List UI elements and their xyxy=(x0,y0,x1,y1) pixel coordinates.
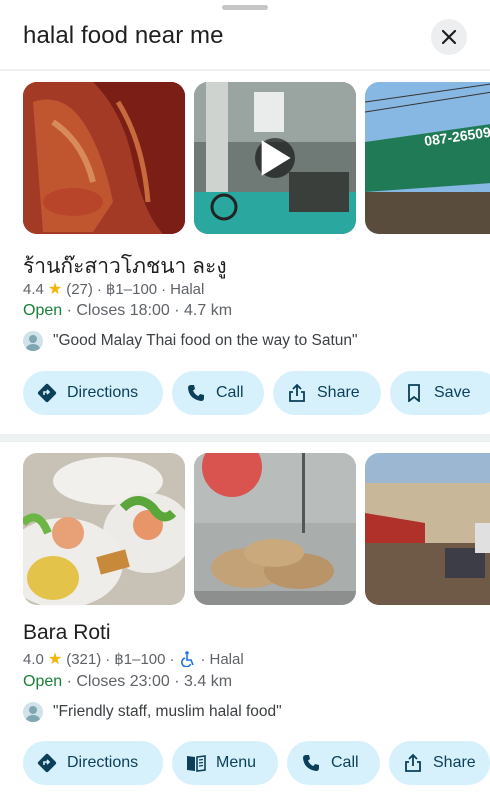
review-count[interactable]: (321) xyxy=(66,651,101,668)
rating-value: 4.4 xyxy=(23,280,44,298)
rating-row: 4.0 ★ (321) · ฿1–100 · · Halal xyxy=(23,649,244,669)
wheelchair-icon xyxy=(180,651,195,667)
review-snippet[interactable]: "Good Malay Thai food on the way to Satu… xyxy=(23,331,358,351)
cuisine-tag: Halal xyxy=(170,280,205,298)
food-photo[interactable] xyxy=(23,453,185,605)
reviewer-avatar xyxy=(23,331,43,351)
directions-icon xyxy=(37,753,57,773)
rating-row: 4.4 ★ (27) · ฿1–100 · Halal xyxy=(23,279,204,299)
open-status: Open xyxy=(23,673,63,690)
hours-row: Open · Closes 23:00 · 3.4 km xyxy=(23,673,232,691)
menu-book-icon xyxy=(186,753,206,773)
food-photo[interactable] xyxy=(23,82,185,234)
share-icon xyxy=(403,753,423,773)
star-icon: ★ xyxy=(47,281,63,298)
review-snippet[interactable]: "Friendly staff, muslim halal food" xyxy=(23,702,282,722)
food-photo[interactable] xyxy=(194,453,356,605)
review-text: "Friendly staff, muslim halal food" xyxy=(53,703,282,720)
star-icon: ★ xyxy=(47,651,63,668)
directions-label: Directions xyxy=(67,754,139,771)
share-button[interactable]: Share xyxy=(273,371,381,415)
share-label: Share xyxy=(433,754,476,771)
play-icon xyxy=(261,140,291,176)
close-icon xyxy=(441,29,457,45)
reviewer-avatar xyxy=(23,702,43,722)
phone-icon xyxy=(301,753,321,773)
phone-icon xyxy=(186,383,206,403)
rating-value: 4.0 xyxy=(23,650,44,668)
play-button[interactable] xyxy=(255,138,295,178)
result-divider xyxy=(0,434,490,442)
review-count[interactable]: (27) xyxy=(66,281,93,298)
share-label: Share xyxy=(317,384,360,401)
price-range: ฿1–100 xyxy=(114,651,166,668)
call-button[interactable]: Call xyxy=(287,741,380,785)
directions-label: Directions xyxy=(67,384,139,401)
distance: 3.4 km xyxy=(184,673,233,690)
menu-label: Menu xyxy=(216,754,257,771)
share-button[interactable]: Share xyxy=(389,741,490,785)
save-label: Save xyxy=(434,384,471,401)
separator: · xyxy=(66,673,77,690)
directions-button[interactable]: Directions xyxy=(23,741,163,785)
price-range: ฿1–100 xyxy=(105,281,158,298)
directions-button[interactable]: Directions xyxy=(23,371,163,415)
photo-carousel[interactable]: 087-265096 xyxy=(23,82,490,234)
open-status: Open xyxy=(23,302,63,319)
header-divider xyxy=(0,69,490,71)
bookmark-icon xyxy=(404,383,424,403)
hours-row: Open · Closes 18:00 · 4.7 km xyxy=(23,302,232,320)
place-name[interactable]: Bara Roti xyxy=(23,621,111,645)
video-thumbnail[interactable] xyxy=(194,82,356,234)
call-label: Call xyxy=(331,754,359,771)
review-text: "Good Malay Thai food on the way to Satu… xyxy=(53,332,358,349)
search-query-title[interactable]: halal food near me xyxy=(23,22,224,50)
distance: 4.7 km xyxy=(184,302,233,319)
menu-button[interactable]: Menu xyxy=(172,741,278,785)
closing-time: Closes 18:00 xyxy=(76,302,170,319)
photo-carousel[interactable] xyxy=(23,453,490,605)
action-chips: Directions Call Share Save xyxy=(23,371,490,415)
call-button[interactable]: Call xyxy=(172,371,264,415)
separator: · xyxy=(96,280,102,298)
separator: · xyxy=(174,302,184,319)
storefront-photo[interactable] xyxy=(365,453,490,605)
storefront-photo[interactable]: 087-265096 xyxy=(365,82,490,234)
separator: · xyxy=(169,650,175,668)
share-icon xyxy=(287,383,307,403)
cuisine-tag: Halal xyxy=(209,650,244,668)
separator: · xyxy=(161,280,167,298)
separator: · xyxy=(105,650,111,668)
sheet-header: halal food near me xyxy=(0,0,490,72)
closing-time: Closes 23:00 xyxy=(76,673,170,690)
action-chips: Directions Menu Call Share xyxy=(23,741,490,785)
drag-handle[interactable] xyxy=(222,5,268,10)
separator: · xyxy=(66,302,77,319)
directions-icon xyxy=(37,383,57,403)
close-button[interactable] xyxy=(431,19,467,55)
separator: · xyxy=(174,673,184,690)
separator: · xyxy=(200,650,206,668)
save-button[interactable]: Save xyxy=(390,371,490,415)
call-label: Call xyxy=(216,384,244,401)
